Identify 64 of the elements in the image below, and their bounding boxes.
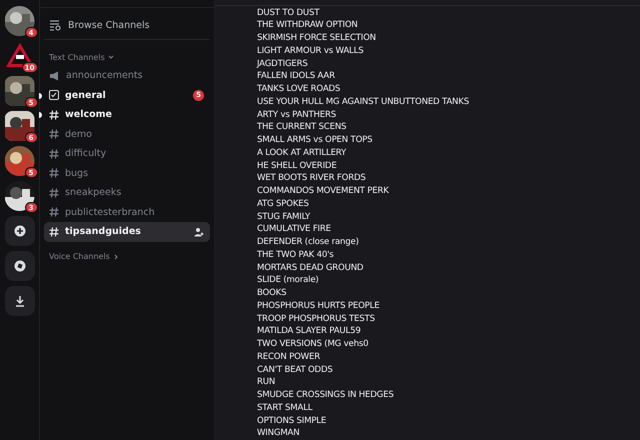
category-header[interactable]: Voice Channels <box>44 248 210 266</box>
message-text: RECON POWER <box>257 350 321 364</box>
browse-channels-button[interactable]: Browse Channels <box>44 12 210 40</box>
hash-icon <box>49 110 59 120</box>
message-text: CAN'T BEAT ODDS <box>257 364 334 376</box>
channel-item[interactable]: sneakpeeks <box>44 183 210 202</box>
message-text: WINGMAN <box>257 427 300 440</box>
megaphone-icon <box>49 70 60 81</box>
message-text: ARTY vs PANTHERS <box>257 108 338 122</box>
message-text: START SMALL <box>257 402 314 414</box>
message-text: SLIDE (morale) <box>257 274 320 287</box>
message-text: STUG FAMILY <box>257 210 312 224</box>
add-server-button[interactable] <box>4 216 34 246</box>
download-icon <box>14 295 26 307</box>
channel-item[interactable]: publictesterbranch <box>44 202 210 222</box>
message-text: MATILDA SLAYER PAUL59 <box>257 325 362 338</box>
message-text: THE WITHDRAW OPTION <box>257 19 359 32</box>
channel-item[interactable]: announcements <box>44 66 210 86</box>
message-text: DEFENDER (close range) <box>257 236 360 249</box>
message-text: THE TWO PAK 40's <box>257 248 335 262</box>
discover-button[interactable] <box>4 251 34 281</box>
message-text: WET BOOTS RIVER FORDS <box>257 172 367 185</box>
message-text: SMUDGE CROSSINGS IN HEDGES <box>257 389 395 402</box>
message-text: ATG SPOKES <box>257 198 310 210</box>
hash-icon <box>49 168 59 178</box>
add-member-icon[interactable] <box>194 226 204 237</box>
add-icon <box>14 225 26 237</box>
message-text: OPTIONS SIMPLE <box>257 414 328 428</box>
channel-item[interactable]: demo <box>44 124 210 144</box>
list-search-icon <box>50 20 62 31</box>
channel-item[interactable]: bugs <box>44 164 210 183</box>
channel-item[interactable]: tipsandguides <box>44 222 210 242</box>
message-text: FALLEN IDOLS AAR <box>257 70 336 83</box>
message-text: BOOKS <box>257 287 288 300</box>
message-text: USE YOUR HULL MG AGAINST UNBUTTONED TANKS <box>257 96 470 108</box>
unread-indicator <box>39 112 42 118</box>
hash-icon <box>49 226 59 237</box>
message-text: A LOOK AT ARTILLERY <box>257 146 348 160</box>
message-text: THE CURRENT SCENS <box>257 121 348 134</box>
channel-item[interactable]: difficulty <box>44 144 210 164</box>
message-text: MORTARS DEAD GROUND <box>257 262 364 274</box>
message-text: DUST TO DUST <box>257 6 320 20</box>
message-text: HE SHELL OVERIDE <box>257 160 338 172</box>
compass-icon <box>14 260 26 272</box>
hash-icon <box>49 148 59 159</box>
download-button[interactable] <box>4 286 34 316</box>
message-text: COMMANDOS MOVEMENT PERK <box>257 185 390 198</box>
unread-indicator <box>39 92 42 98</box>
checklist-icon <box>49 90 59 100</box>
message-text: SMALL ARMS vs OPEN TOPS <box>257 134 374 147</box>
hash-icon <box>49 129 59 140</box>
message-text: CUMULATIVE FIRE <box>257 223 332 236</box>
message-text: PHOSPHORUS HURTS PEOPLE <box>257 300 380 312</box>
message-text: LIGHT ARMOUR vs WALLS <box>257 44 364 58</box>
hash-icon <box>49 188 59 198</box>
channel-item[interactable]: welcome <box>44 105 210 124</box>
message-text: JAGDTIGERS <box>257 58 309 70</box>
category-header[interactable]: Text Channels <box>44 48 210 66</box>
message-text: TANKS LOVE ROADS <box>257 83 342 96</box>
message-text: RUN <box>257 376 276 389</box>
message-text: SKIRMISH FORCE SELECTION <box>257 32 377 45</box>
hash-icon <box>49 207 59 218</box>
message-text: TWO VERSIONS (MG vehs0 <box>257 338 370 351</box>
message-text: TROOP PHOSPHORUS TESTS <box>257 312 376 326</box>
